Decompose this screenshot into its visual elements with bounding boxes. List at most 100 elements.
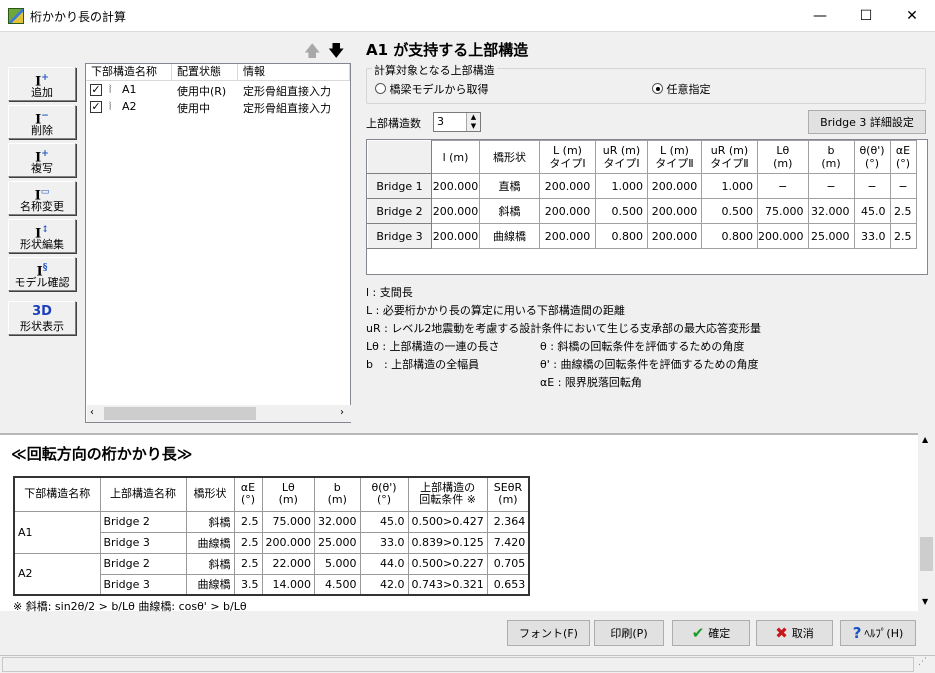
grid-cell[interactable]: −	[807, 173, 855, 199]
app-icon	[8, 8, 24, 24]
status-pane	[2, 657, 914, 672]
list-header-name[interactable]: 下部構造名称	[86, 64, 172, 81]
radio-from-model[interactable]: 橋梁モデルから取得	[375, 81, 489, 97]
edit-shape-icon: I↕	[35, 225, 49, 242]
grid-cell[interactable]: −	[853, 173, 891, 199]
grid-cell[interactable]: 45.0	[853, 198, 891, 224]
copy-button[interactable]: I+ 複写	[8, 143, 76, 177]
vertical-scrollbar[interactable]: ▲ ▼	[918, 433, 935, 611]
grid-cell[interactable]: 32.000	[807, 198, 855, 224]
grid-cell[interactable]: 200.000	[757, 223, 809, 249]
print-button[interactable]: 印刷(P)	[594, 620, 664, 646]
delete-button-label: 削除	[31, 124, 53, 137]
horizontal-scrollbar[interactable]: ‹ ›	[87, 405, 351, 422]
grid-cell[interactable]: 200.000	[431, 223, 480, 249]
grid-cell[interactable]: 200.000	[539, 198, 596, 224]
title-bar	[0, 0, 935, 32]
report-cell: 14.000	[261, 573, 315, 596]
row-header[interactable]: Bridge 3	[367, 223, 432, 249]
bridge-detail-button[interactable]: Bridge 3 詳細設定	[808, 110, 926, 134]
grid-cell[interactable]: 直橋	[479, 173, 540, 199]
list-item[interactable]: ✓ ⦚ A1 使用中(R) 定形骨組直接入力	[86, 82, 350, 99]
grid-cell[interactable]: 200.000	[431, 173, 480, 199]
row-header[interactable]: Bridge 1	[367, 173, 432, 199]
cross-icon: ✖	[775, 624, 788, 642]
grid-cell[interactable]: 1.000	[595, 173, 648, 199]
table-row[interactable]: Bridge 2 200.000 斜橋 200.000 0.500 200.00…	[367, 198, 917, 224]
grid-cell[interactable]: 25.000	[807, 223, 855, 249]
ok-button[interactable]: ✔ 確定	[672, 620, 750, 646]
grid-cell[interactable]: 0.800	[595, 223, 648, 249]
close-icon: ✕	[906, 7, 918, 24]
scroll-thumb[interactable]	[104, 407, 256, 420]
report-pier-name: A2	[13, 552, 101, 596]
shape-view-3d-button[interactable]: 3D 形状表示	[8, 301, 76, 335]
font-button[interactable]: フォント(F)	[507, 620, 590, 646]
radio-selected-icon	[652, 83, 663, 94]
pier-icon: ⦚	[109, 83, 112, 96]
report-cell: 0.705	[486, 552, 530, 575]
report-cell: 2.5	[233, 552, 263, 575]
count-spinner[interactable]: ▲ ▼	[466, 113, 480, 131]
scroll-thumb[interactable]	[920, 537, 933, 571]
grid-cell[interactable]: 200.000	[539, 173, 596, 199]
delete-member-icon: I−	[35, 111, 49, 128]
report-cell: 22.000	[261, 552, 315, 575]
list-header-status[interactable]: 配置状態	[172, 64, 238, 81]
edit-shape-button[interactable]: I↕ 形状編集	[8, 219, 76, 253]
note-skew-angle: θ : 斜橋の回転条件を評価するための角度	[540, 340, 745, 353]
radio-custom[interactable]: 任意指定	[652, 81, 711, 97]
grid-cell[interactable]: 75.000	[757, 198, 809, 224]
delete-button[interactable]: I− 削除	[8, 105, 76, 139]
list-item[interactable]: ✓ ⦚ A2 使用中 定形骨組直接入力	[86, 99, 350, 116]
report-header: 下部構造名称	[13, 476, 101, 512]
list-item-name: A2	[122, 100, 137, 113]
grid-cell[interactable]: 0.500	[701, 198, 758, 224]
close-button[interactable]: ✕	[889, 0, 935, 31]
grid-cell[interactable]: 斜橋	[479, 198, 540, 224]
model-check-button[interactable]: I§ モデル確認	[8, 257, 76, 291]
grid-cell[interactable]: 0.500	[595, 198, 648, 224]
scroll-down-icon[interactable]: ▼	[922, 597, 928, 606]
grid-cell[interactable]: 200.000	[647, 198, 702, 224]
cancel-button-label: 取消	[791, 627, 814, 640]
help-button[interactable]: ? ﾍﾙﾌﾟ(H)	[840, 620, 916, 646]
grid-cell[interactable]: 33.0	[853, 223, 891, 249]
grid-cell[interactable]: 200.000	[431, 198, 480, 224]
spin-down-icon[interactable]: ▼	[471, 122, 476, 130]
grid-cell[interactable]: 200.000	[647, 223, 702, 249]
count-input[interactable]: 3 ▲ ▼	[433, 112, 481, 132]
row-checkbox[interactable]: ✓	[90, 84, 102, 96]
grid-cell[interactable]: −	[757, 173, 809, 199]
substructure-list[interactable]: 下部構造名称 配置状態 情報 ✓ ⦚ A1 使用中(R) 定形骨組直接入力 ✓ …	[85, 63, 351, 423]
table-row[interactable]: Bridge 3 200.000 曲線橋 200.000 0.800 200.0…	[367, 223, 917, 249]
maximize-button[interactable]: ☐	[843, 0, 889, 31]
superstructure-grid[interactable]: l (m) 橋形状 L (m) タイプⅠ uR (m) タイプⅠ L (m) タ…	[366, 139, 928, 275]
grid-cell[interactable]: 200.000	[539, 223, 596, 249]
report-cell: Bridge 2	[99, 552, 187, 575]
spin-up-icon[interactable]: ▲	[471, 113, 476, 121]
cancel-button[interactable]: ✖ 取消	[756, 620, 833, 646]
grid-cell[interactable]: 曲線橋	[479, 223, 540, 249]
window-title: 桁かかり長の計算	[30, 10, 127, 24]
grid-cell[interactable]: 200.000	[647, 173, 702, 199]
row-checkbox[interactable]: ✓	[90, 101, 102, 113]
resize-grip-icon[interactable]: ⋰	[918, 657, 932, 671]
add-button[interactable]: I+ 追加	[8, 67, 76, 101]
minimize-button[interactable]: —	[797, 0, 843, 31]
rename-button[interactable]: I▭ 名称変更	[8, 181, 76, 215]
grid-cell[interactable]: 2.5	[889, 223, 917, 249]
scroll-right-icon[interactable]: ›	[340, 407, 344, 418]
report-cell: 斜橋	[185, 510, 235, 533]
report-pier-name: A1	[13, 510, 101, 554]
grid-cell[interactable]: 0.800	[701, 223, 758, 249]
table-row[interactable]: Bridge 1 200.000 直橋 200.000 1.000 200.00…	[367, 173, 917, 199]
note-ur: uR : レベル2地震動を考慮する設計条件において生じる支承部の最大応答変形量	[366, 322, 761, 335]
scroll-up-icon[interactable]: ▲	[922, 435, 928, 444]
row-header[interactable]: Bridge 2	[367, 198, 432, 224]
grid-cell[interactable]: 1.000	[701, 173, 758, 199]
grid-cell[interactable]: 2.5	[889, 198, 917, 224]
scroll-left-icon[interactable]: ‹	[90, 407, 94, 418]
list-header-info[interactable]: 情報	[238, 64, 350, 81]
grid-cell[interactable]: −	[889, 173, 917, 199]
